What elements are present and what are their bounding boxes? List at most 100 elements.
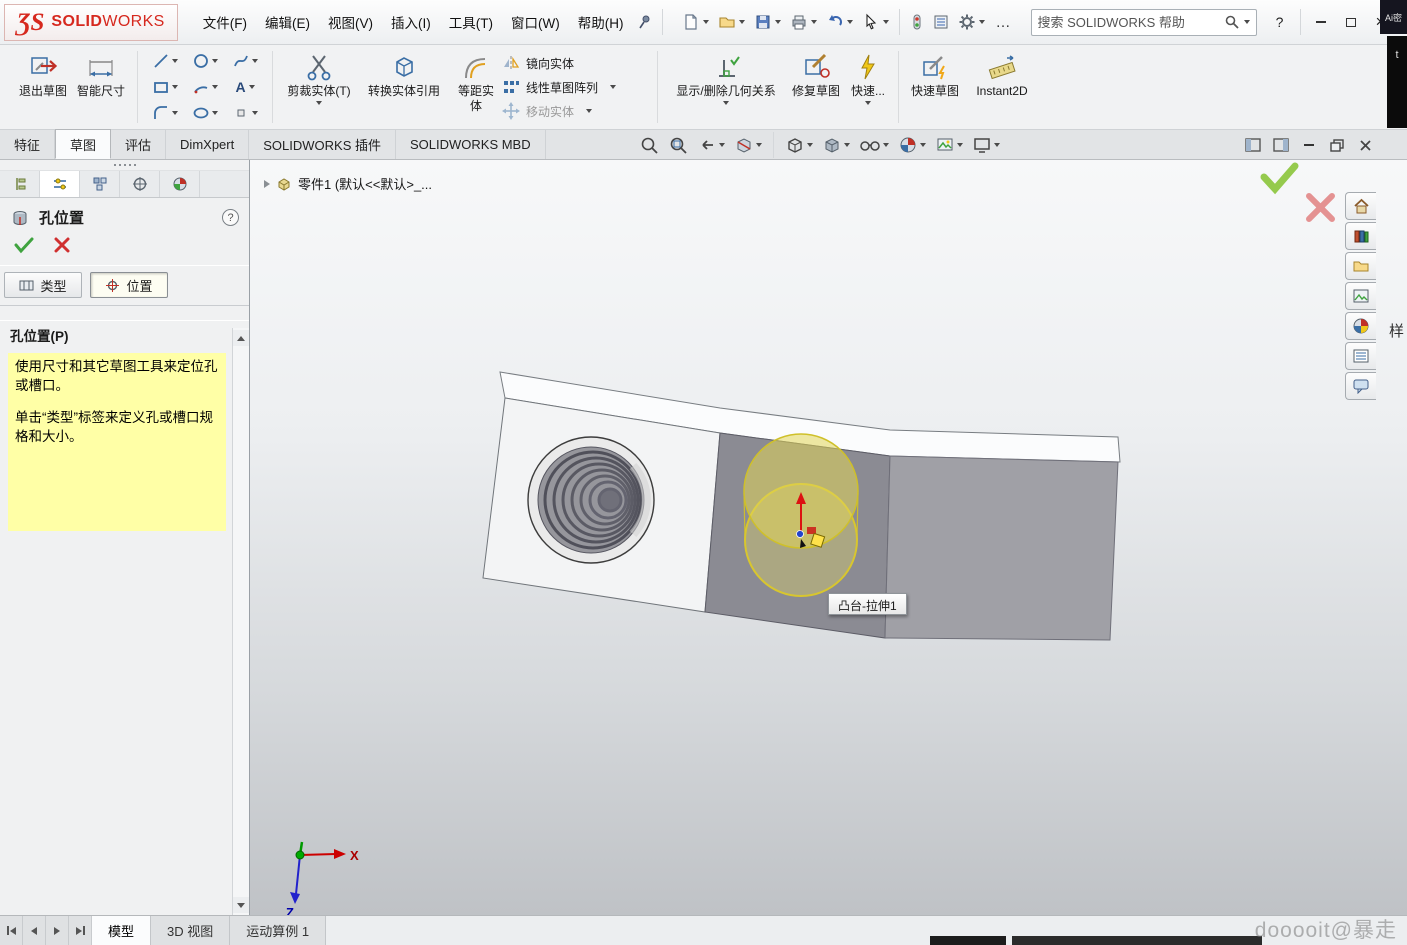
edit-appearance-button[interactable] [895,133,929,157]
next-tab-button[interactable] [46,916,69,945]
dropdown-caret-icon[interactable] [249,85,255,89]
save-button[interactable] [750,10,785,34]
previous-view-button[interactable] [694,133,728,157]
smart-dimension-button[interactable]: 智能尺寸 [72,47,130,127]
previous-tab-button[interactable] [23,916,46,945]
featuremanager-tree-tab[interactable] [0,171,40,197]
menu-edit[interactable]: 编辑(E) [256,7,319,37]
mirror-entities-button[interactable]: 镜向实体 [502,53,650,74]
search-icon[interactable] [1224,14,1240,30]
threaded-hole[interactable] [528,437,654,563]
dropdown-caret-icon[interactable] [756,143,762,147]
taskpane-design-library-button[interactable] [1345,222,1376,250]
open-button[interactable] [714,10,749,34]
confirm-ok-icon[interactable] [1264,166,1295,189]
options-gear-button[interactable] [954,10,989,34]
tab-3d-views[interactable]: 3D 视图 [151,916,230,945]
dropdown-caret-icon[interactable] [723,101,729,105]
exit-sketch-button[interactable]: 退出草图 [14,47,72,127]
file-properties-button[interactable] [929,11,953,33]
dropdown-caret-icon[interactable] [920,143,926,147]
help-button[interactable]: ? [1265,9,1295,36]
sketch-arc-button[interactable] [185,74,225,100]
pane-right-icon[interactable] [1271,135,1291,155]
dropdown-caret-icon[interactable] [844,143,850,147]
menu-tools[interactable]: 工具(T) [440,7,502,37]
dropdown-caret-icon[interactable] [883,143,889,147]
menu-help[interactable]: 帮助(H) [569,7,633,37]
dropdown-caret-icon[interactable] [172,59,178,63]
doc-minimize-button[interactable] [1299,135,1319,155]
sketch-ellipse-button[interactable] [185,100,225,126]
display-delete-relations-button[interactable]: 显示/删除几何关系 [665,47,787,127]
tab-sketch[interactable]: 草图 [55,129,111,159]
doc-close-button[interactable] [1355,135,1375,155]
sketch-circle-button[interactable] [185,48,225,74]
tab-features[interactable]: 特征 [0,129,55,159]
tab-model[interactable]: 模型 [92,916,151,945]
dropdown-caret-icon[interactable] [807,143,813,147]
menu-file[interactable]: 文件(F) [194,7,256,37]
dimxpertmanager-tab[interactable] [120,171,160,197]
tab-evaluate[interactable]: 评估 [111,129,166,159]
zoom-to-area-button[interactable] [665,133,691,157]
dropdown-caret-icon[interactable] [775,20,781,24]
dropdown-caret-icon[interactable] [957,143,963,147]
panel-splitter[interactable] [0,160,249,171]
sketch-text-button[interactable]: A [225,74,265,100]
selection-handle[interactable] [807,527,816,534]
confirm-cancel-icon[interactable] [1309,196,1332,219]
sketch-point[interactable] [797,531,804,538]
quick-snaps-button[interactable]: 快速... [845,47,891,127]
display-style-button[interactable] [819,133,853,157]
taskpane-file-explorer-button[interactable] [1345,252,1376,280]
sketch-point-button[interactable] [225,100,265,126]
cancel-x-button[interactable] [54,237,70,253]
minimize-button[interactable] [1306,9,1336,36]
help-search-box[interactable] [1031,9,1257,36]
view-settings-button[interactable] [969,133,1003,157]
rebuild-button[interactable] [906,11,928,33]
section-view-button[interactable] [731,133,765,157]
menu-insert[interactable]: 插入(I) [382,7,440,37]
move-entities-button[interactable]: 移动实体 [502,101,650,122]
first-tab-button[interactable] [0,916,23,945]
part-front-face-right[interactable] [885,456,1118,640]
taskpane-custom-properties-button[interactable] [1345,342,1376,370]
dropdown-caret-icon[interactable] [719,143,725,147]
zoom-to-fit-button[interactable] [636,133,662,157]
panel-help-button[interactable]: ? [222,209,239,226]
apply-scene-button[interactable] [932,133,966,157]
tab-hole-type[interactable]: 类型 [4,272,82,298]
configurationmanager-tab[interactable] [80,171,120,197]
undo-button[interactable] [822,10,857,34]
view-orientation-button[interactable] [782,133,816,157]
dropdown-caret-icon[interactable] [610,85,616,89]
hide-show-items-button[interactable] [856,133,892,157]
toolbar-more-button[interactable]: … [990,14,1017,31]
instant2d-button[interactable]: Instant2D [964,47,1040,127]
dropdown-caret-icon[interactable] [316,101,322,105]
doc-restore-button[interactable] [1327,135,1347,155]
menu-view[interactable]: 视图(V) [319,7,382,37]
dropdown-caret-icon[interactable] [586,109,592,113]
dropdown-caret-icon[interactable] [172,85,178,89]
taskpane-appearances-button[interactable] [1345,312,1376,340]
linear-sketch-pattern-button[interactable]: 线性草图阵列 [502,77,650,98]
propertymanager-tab[interactable] [40,171,80,197]
convert-entities-button[interactable]: 转换实体引用 [358,47,450,127]
part-3d-view[interactable]: X Z [250,160,1407,915]
taskpane-view-palette-button[interactable] [1345,282,1376,310]
panel-scrollbar[interactable] [232,328,249,915]
tab-hole-position[interactable]: 位置 [90,272,168,298]
search-scope-caret-icon[interactable] [1244,20,1250,24]
tab-motion-study[interactable]: 运动算例 1 [230,916,326,945]
dropdown-caret-icon[interactable] [739,20,745,24]
scroll-down-button[interactable] [233,897,249,913]
tab-solidworks-addins[interactable]: SOLIDWORKS 插件 [249,129,396,159]
offset-entities-button[interactable]: 等距实体 [450,47,502,127]
taskpane-resources-button[interactable] [1345,192,1376,220]
rapid-sketch-button[interactable]: 快速草图 [906,47,964,127]
sketch-spline-button[interactable] [225,48,265,74]
dropdown-caret-icon[interactable] [703,20,709,24]
